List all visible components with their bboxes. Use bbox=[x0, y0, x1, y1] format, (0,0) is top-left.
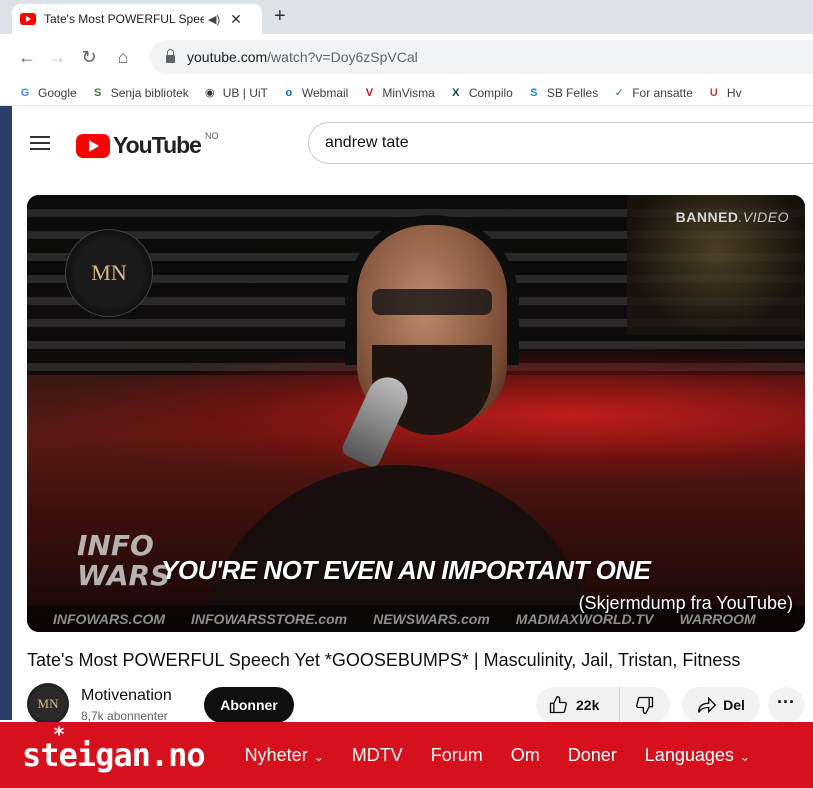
bookmark-favicon-icon: ✓ bbox=[614, 86, 624, 99]
ticker-item: INFOWARS.COM bbox=[53, 610, 165, 627]
channel-name[interactable]: Motivenation bbox=[81, 687, 172, 705]
bookmark-label: For ansatte bbox=[632, 85, 693, 100]
video-caption: YOU'RE NOT EVEN AN IMPORTANT ONE bbox=[161, 555, 651, 585]
thumbs-down-icon bbox=[635, 696, 654, 715]
url-path: /watch?v=Doy6zSpVCal bbox=[267, 49, 418, 65]
steigan-nav-item[interactable]: Nyheter ⌄ bbox=[245, 745, 324, 766]
steigan-nav-item[interactable]: Languages ⌄ bbox=[645, 745, 750, 766]
lock-icon[interactable] bbox=[166, 49, 175, 63]
back-arrow-icon[interactable]: ← bbox=[14, 47, 40, 68]
address-bar[interactable]: youtube.com/watch?v=Doy6zSpVCal bbox=[150, 40, 813, 74]
channel-avatar[interactable]: MN bbox=[27, 683, 69, 725]
bookmark-item[interactable]: G Google bbox=[18, 86, 77, 100]
video-player[interactable]: MN BANNED.VIDEO INFO WARS YOU'RE NOT EVE… bbox=[27, 195, 805, 632]
ticker-item: NEWSWARS.com bbox=[373, 610, 490, 627]
steigan-nav: Nyheter ⌄ MDTV Forum Om Doner Languages ⌄ bbox=[245, 745, 778, 766]
screenshot-credit: (Skjermdump fra YouTube) bbox=[578, 593, 793, 613]
like-count: 22k bbox=[576, 697, 600, 713]
share-icon bbox=[698, 696, 717, 714]
thumbs-up-icon bbox=[549, 695, 568, 714]
bookmark-label: Compilo bbox=[468, 85, 513, 100]
bookmarks-bar: G Google S Senja bibliotek ◉ UB | UiT o Webmail… bbox=[0, 80, 813, 106]
bookmark-label: Senja bibliotek bbox=[110, 85, 189, 100]
bookmark-favicon-icon: S bbox=[94, 86, 102, 99]
url-host: youtube.com bbox=[187, 49, 268, 65]
browser-tab[interactable]: Tate's Most POWERFUL Spee ◀) ✕ bbox=[12, 4, 262, 34]
tab-title: Tate's Most POWERFUL Spee bbox=[44, 12, 204, 26]
youtube-play-icon bbox=[76, 133, 110, 158]
desktop-edge bbox=[0, 0, 12, 720]
search-input[interactable]: andrew tate bbox=[308, 122, 813, 164]
banned-video-watermark: BANNED.VIDEO bbox=[675, 209, 789, 225]
share-label: Del bbox=[723, 697, 745, 713]
youtube-logo[interactable]: YouTube NO bbox=[76, 130, 219, 159]
share-button[interactable]: Del bbox=[682, 687, 760, 723]
bookmark-favicon-icon: U bbox=[709, 86, 718, 99]
chevron-down-icon: ⌄ bbox=[739, 749, 750, 764]
subscribe-button[interactable]: Abonner bbox=[204, 687, 294, 723]
screenshot-page: Tate's Most POWERFUL Spee ◀) ✕ + ← → ↻ ⌂… bbox=[0, 0, 813, 788]
bookmark-item[interactable]: ✓ For ansatte bbox=[612, 86, 693, 100]
steigan-nav-label: Om bbox=[510, 744, 540, 765]
bookmark-favicon-icon: V bbox=[365, 86, 374, 99]
like-button[interactable]: 22k bbox=[536, 687, 620, 723]
like-dislike-group: 22k bbox=[536, 687, 670, 723]
forward-arrow-icon[interactable]: → bbox=[44, 47, 70, 68]
bookmark-favicon-icon: o bbox=[285, 86, 293, 99]
ticker-item: INFOWARSSTORE.com bbox=[191, 610, 348, 627]
bookmark-label: Google bbox=[38, 85, 77, 100]
steigan-logo[interactable]: steigan.no bbox=[22, 722, 206, 774]
bookmark-item[interactable]: ◉ UB | UiT bbox=[203, 86, 268, 100]
youtube-favicon-icon bbox=[20, 13, 36, 25]
search-query: andrew tate bbox=[325, 134, 409, 151]
dislike-button[interactable] bbox=[620, 687, 670, 723]
bookmark-item[interactable]: X Compilo bbox=[449, 86, 513, 100]
bookmark-item[interactable]: V MinVisma bbox=[362, 85, 435, 100]
bookmark-favicon-icon: ◉ bbox=[204, 86, 215, 99]
bookmark-label: Webmail bbox=[301, 85, 349, 100]
steigan-nav-label: MDTV bbox=[351, 744, 403, 765]
steigan-nav-label: Nyheter bbox=[244, 744, 308, 765]
chevron-down-icon: ⌄ bbox=[313, 749, 324, 764]
reload-icon[interactable]: ↻ bbox=[76, 47, 102, 68]
bookmark-item[interactable]: S Senja bibliotek bbox=[91, 86, 189, 100]
steigan-nav-label: Languages bbox=[644, 744, 734, 765]
menu-icon[interactable] bbox=[30, 136, 50, 150]
region-code: NO bbox=[204, 130, 219, 141]
bookmark-favicon-icon: X bbox=[452, 86, 460, 99]
steigan-nav-label: Doner bbox=[567, 744, 617, 765]
subscriber-count: 8,7k abonnenter bbox=[81, 709, 168, 723]
steigan-nav-item[interactable]: Doner bbox=[568, 745, 617, 766]
more-actions-button[interactable]: ··· bbox=[768, 687, 804, 723]
bookmark-item[interactable]: o Webmail bbox=[282, 85, 349, 100]
browser-toolbar: ← → ↻ ⌂ youtube.com/watch?v=Doy6zSpVCal bbox=[0, 34, 813, 80]
bookmark-label: Hv bbox=[726, 85, 742, 100]
bookmark-favicon-icon: S bbox=[530, 86, 538, 99]
home-icon[interactable]: ⌂ bbox=[110, 47, 136, 68]
tab-close-icon[interactable]: ✕ bbox=[230, 11, 242, 28]
bookmark-label: UB | UiT bbox=[222, 85, 268, 100]
infowars-logo: INFO WARS bbox=[77, 529, 171, 592]
steigan-nav-item[interactable]: MDTV bbox=[352, 745, 403, 766]
youtube-wordmark: YouTube bbox=[113, 132, 202, 158]
bookmark-item[interactable]: S SB Felles bbox=[527, 86, 598, 100]
new-tab-button[interactable]: + bbox=[274, 5, 286, 28]
steigan-nav-item[interactable]: Om bbox=[511, 745, 540, 766]
bookmark-label: SB Felles bbox=[546, 85, 599, 100]
bookmark-label: MinVisma bbox=[382, 85, 435, 100]
youtube-header: YouTube NO andrew tate bbox=[12, 106, 813, 186]
bookmark-favicon-icon: G bbox=[20, 86, 30, 99]
video-title: Tate's Most POWERFUL Speech Yet *GOOSEBU… bbox=[27, 650, 741, 670]
speaker-icon[interactable]: ◀) bbox=[208, 13, 220, 26]
steigan-nav-item[interactable]: Forum bbox=[431, 745, 483, 766]
bookmark-item[interactable]: U Hv bbox=[707, 86, 742, 100]
browser-tab-bar: Tate's Most POWERFUL Spee ◀) ✕ + bbox=[0, 0, 813, 34]
channel-watermark-logo: MN bbox=[65, 229, 153, 317]
sunglasses bbox=[372, 289, 492, 315]
steigan-navbar: steigan.no Nyheter ⌄ MDTV Forum Om Doner Langu… bbox=[0, 722, 813, 788]
steigan-nav-label: Forum bbox=[430, 744, 483, 765]
